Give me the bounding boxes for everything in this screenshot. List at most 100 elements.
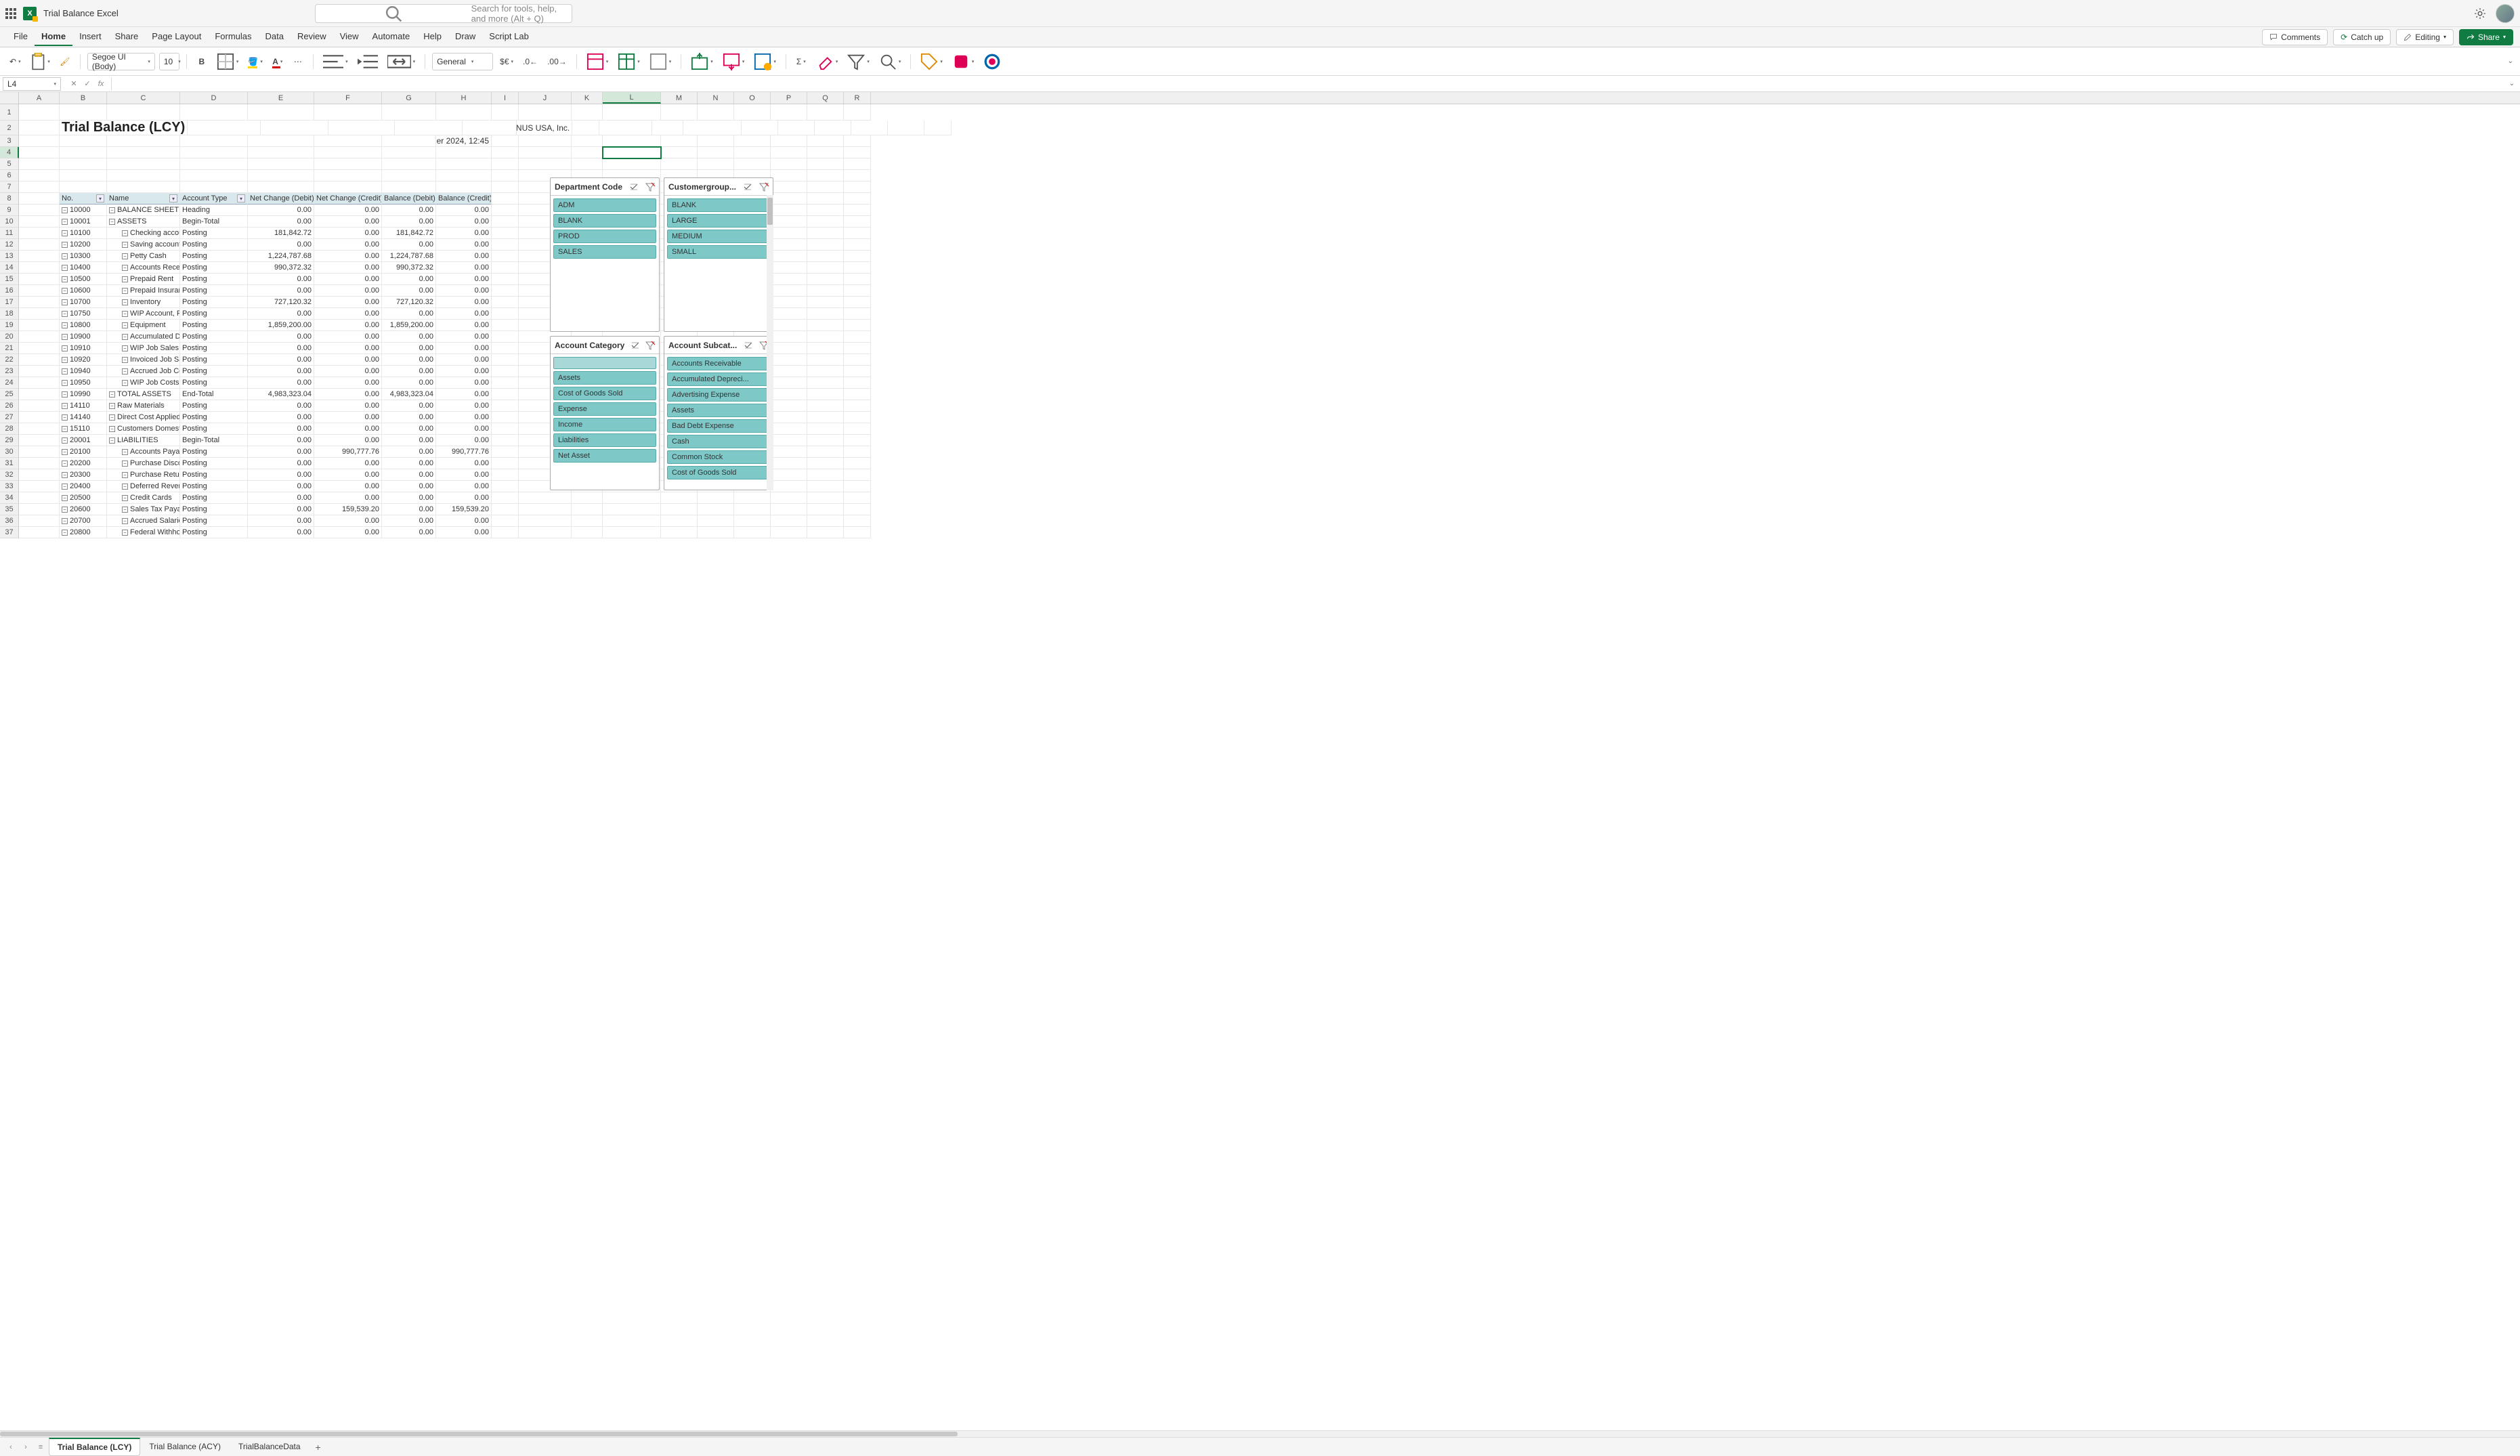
cell[interactable]: −BALANCE SHEET	[107, 205, 180, 216]
slicer-item[interactable]: Liabilities	[553, 433, 656, 447]
cell[interactable]	[807, 262, 844, 274]
cell[interactable]: Net Change (Debit)▾	[248, 193, 314, 205]
cell[interactable]	[661, 515, 698, 527]
cell[interactable]: 181,842.72	[382, 228, 436, 239]
cell[interactable]	[844, 320, 871, 331]
row-header[interactable]: 18	[0, 308, 19, 320]
cell[interactable]	[771, 297, 807, 308]
cell[interactable]: 0.00	[248, 205, 314, 216]
cell[interactable]: −10800	[60, 320, 107, 331]
cell[interactable]	[807, 193, 844, 205]
cell[interactable]	[19, 251, 60, 262]
cell[interactable]	[771, 193, 807, 205]
cell[interactable]	[492, 366, 519, 377]
cell[interactable]	[844, 492, 871, 504]
cell[interactable]	[382, 135, 436, 147]
cell[interactable]	[107, 135, 180, 147]
cell[interactable]	[734, 135, 771, 147]
cell[interactable]: 0.00	[436, 274, 492, 285]
cell[interactable]: Begin-Total	[180, 435, 248, 446]
cell[interactable]: −Checking account	[107, 228, 180, 239]
cell[interactable]	[734, 504, 771, 515]
cell[interactable]: 0.00	[382, 308, 436, 320]
cell[interactable]	[771, 205, 807, 216]
cell[interactable]	[771, 400, 807, 412]
cell[interactable]	[19, 354, 60, 366]
cell[interactable]: Posting	[180, 400, 248, 412]
slicer-item[interactable]: PROD	[553, 230, 656, 243]
cell[interactable]	[778, 121, 815, 135]
cell[interactable]: Posting	[180, 527, 248, 538]
cell[interactable]	[314, 135, 382, 147]
multiselect-icon[interactable]	[631, 341, 640, 350]
cell[interactable]	[492, 412, 519, 423]
cell[interactable]: Posting	[180, 446, 248, 458]
cell[interactable]: 0.00	[314, 308, 382, 320]
cell[interactable]: 0.00	[382, 481, 436, 492]
cell[interactable]: 0.00	[248, 469, 314, 481]
cell[interactable]: 0.00	[248, 527, 314, 538]
cell[interactable]: 0.00	[436, 251, 492, 262]
cell[interactable]	[807, 366, 844, 377]
cell[interactable]	[436, 181, 492, 193]
cell[interactable]: 0.00	[248, 239, 314, 251]
cell[interactable]	[19, 377, 60, 389]
cell[interactable]	[492, 228, 519, 239]
cell[interactable]: Begin-Total	[180, 216, 248, 228]
slicer-item[interactable]: Cost of Goods Sold	[667, 466, 770, 479]
cell[interactable]	[807, 181, 844, 193]
cell[interactable]	[463, 121, 517, 135]
cell[interactable]: −20700	[60, 515, 107, 527]
slicer-item[interactable]: Net Asset	[553, 449, 656, 463]
ribbon-tab-share[interactable]: Share	[108, 28, 146, 46]
cell[interactable]: 0.00	[436, 366, 492, 377]
cell[interactable]: 990,372.32	[382, 262, 436, 274]
cell[interactable]: 0.00	[436, 216, 492, 228]
cell[interactable]	[844, 308, 871, 320]
cell[interactable]: −Accumulated Depreciat	[107, 331, 180, 343]
cell[interactable]	[807, 274, 844, 285]
cell[interactable]	[107, 104, 180, 121]
slicer-item[interactable]: BLANK	[667, 198, 770, 212]
cell[interactable]: 0.00	[436, 481, 492, 492]
format-painter-button[interactable]: 🖌	[57, 53, 73, 70]
cell[interactable]: −10950	[60, 377, 107, 389]
cell[interactable]	[19, 400, 60, 412]
cell[interactable]	[572, 158, 603, 170]
cell[interactable]	[771, 481, 807, 492]
delete-cells-button[interactable]	[720, 53, 748, 70]
cell[interactable]: 1,224,787.68	[248, 251, 314, 262]
cell[interactable]	[771, 251, 807, 262]
cell[interactable]	[603, 527, 661, 538]
cell[interactable]	[734, 515, 771, 527]
cell[interactable]	[771, 504, 807, 515]
copilot-button[interactable]	[981, 53, 1004, 70]
cell[interactable]	[698, 504, 734, 515]
cell[interactable]: −20800	[60, 527, 107, 538]
cell[interactable]	[603, 135, 661, 147]
cell[interactable]: 0.00	[382, 343, 436, 354]
cell[interactable]	[19, 205, 60, 216]
column-header-P[interactable]: P	[771, 92, 807, 104]
cell[interactable]: −Invoiced Job Sales	[107, 354, 180, 366]
share-button[interactable]: Share▾	[2459, 29, 2513, 45]
cell[interactable]	[771, 147, 807, 158]
cell[interactable]	[19, 412, 60, 423]
cell[interactable]: 1,859,200.00	[382, 320, 436, 331]
row-header[interactable]: 8	[0, 193, 19, 205]
formula-bar-expand-button[interactable]: ⌄	[2509, 80, 2515, 87]
cell[interactable]	[19, 435, 60, 446]
row-header[interactable]: 17	[0, 297, 19, 308]
row-header[interactable]: 24	[0, 377, 19, 389]
cell[interactable]	[771, 170, 807, 181]
cell[interactable]	[807, 446, 844, 458]
cell[interactable]: −Purchase Returns & Allo	[107, 469, 180, 481]
cell[interactable]: 0.00	[314, 320, 382, 331]
cell[interactable]: −14140	[60, 412, 107, 423]
cell[interactable]	[19, 458, 60, 469]
row-header[interactable]: 7	[0, 181, 19, 193]
cell[interactable]: No.▾	[60, 193, 107, 205]
sheet-tab[interactable]: Trial Balance (LCY)	[49, 1438, 140, 1456]
cell[interactable]: Posting	[180, 423, 248, 435]
sort-filter-button[interactable]	[845, 53, 872, 70]
